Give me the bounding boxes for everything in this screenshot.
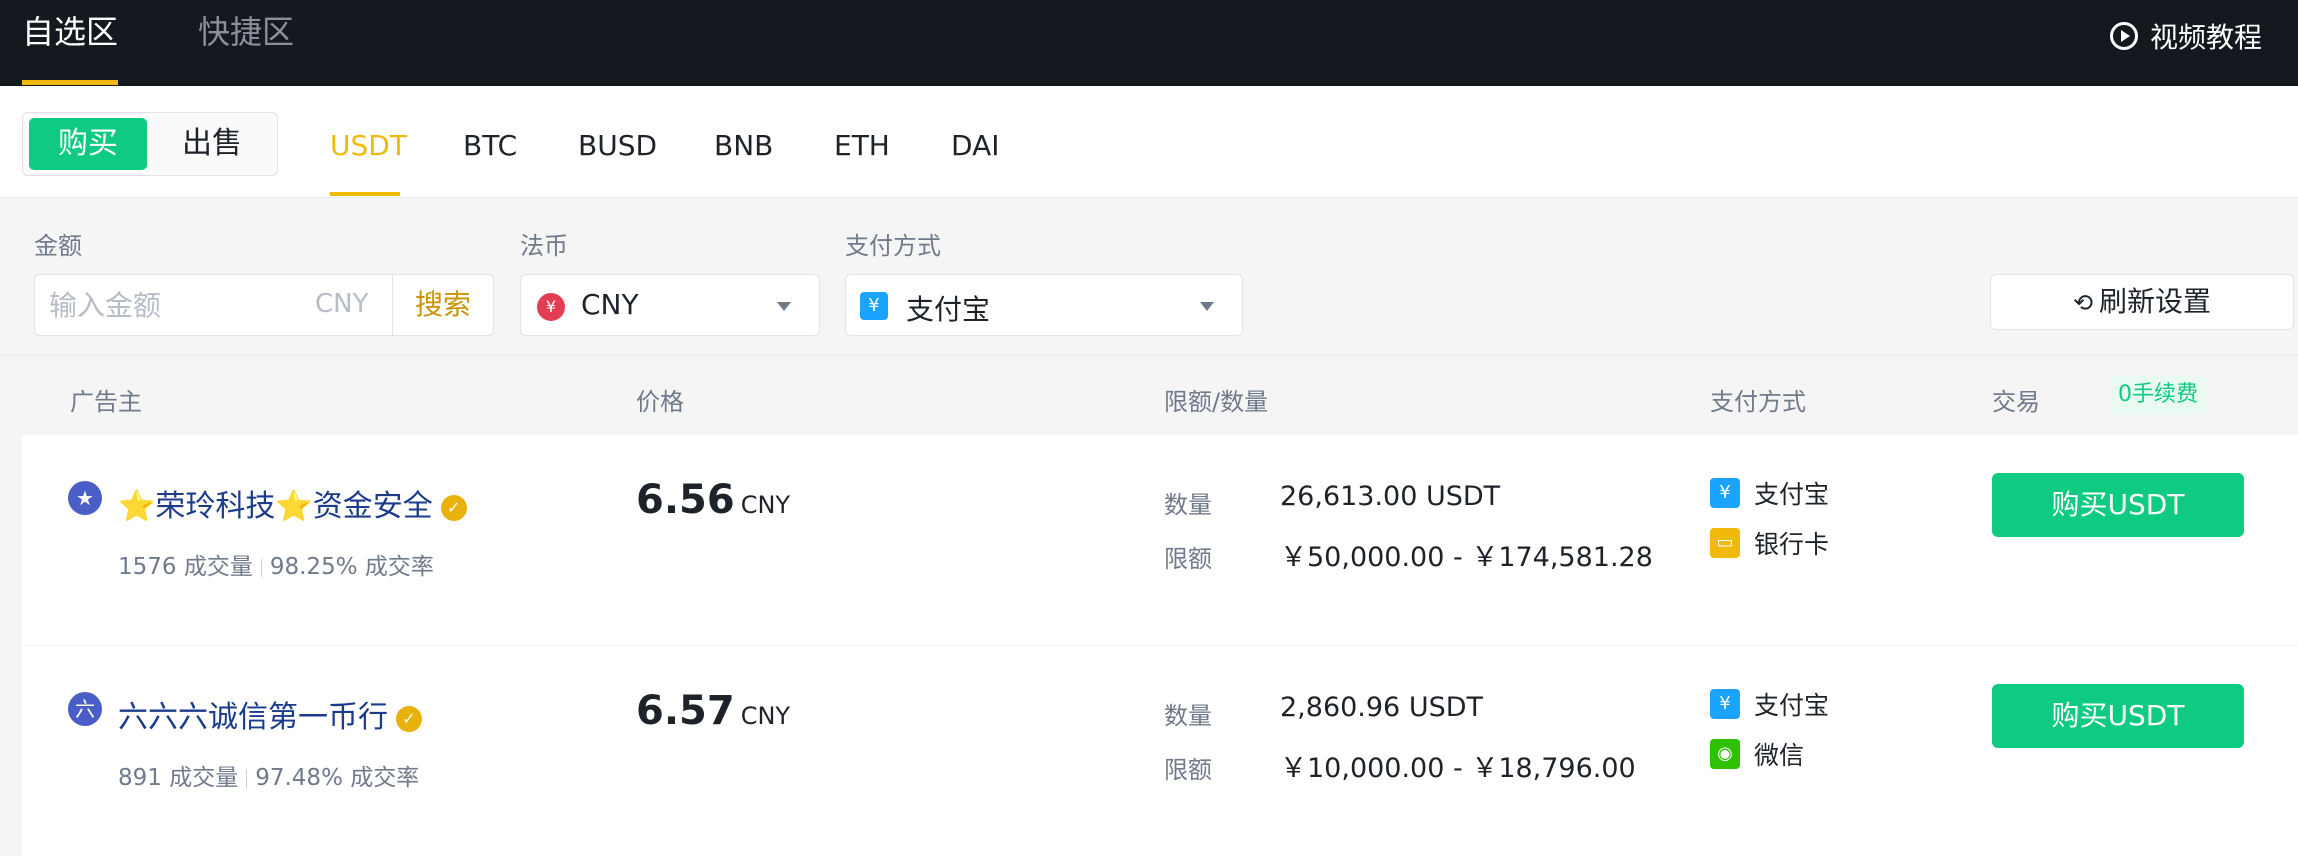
refresh-settings-button[interactable]: ⟲ 刷新设置	[1990, 274, 2294, 330]
fiat-select[interactable]: ¥ CNY	[520, 274, 820, 336]
completion-rate: 98.25% 成交率	[269, 554, 434, 580]
header-payment: 支付方式	[1710, 388, 1806, 416]
filter-panel: 金额 CNY 搜索 法币 ¥ CNY 支付方式 ¥ 支付宝 ⟲刷新设置	[0, 198, 2298, 355]
tab-usdt[interactable]: USDT	[330, 126, 407, 166]
fiat-label: 法币	[520, 232, 568, 260]
payment-select[interactable]: ¥ 支付宝	[845, 274, 1243, 336]
price-currency: CNY	[740, 491, 791, 519]
tab-favorites[interactable]: 自选区	[22, 8, 118, 56]
amount-field: CNY 搜索	[34, 274, 494, 336]
tab-eth[interactable]: ETH	[834, 126, 890, 166]
tab-busd[interactable]: BUSD	[578, 126, 657, 166]
payment-method: ¥ 支付宝	[1710, 686, 1829, 722]
advertiser-name: 六六六诚信第一币行	[118, 700, 388, 735]
tab-btc[interactable]: BTC	[463, 126, 517, 166]
limit-label: 限额	[1164, 545, 1212, 573]
limit-label: 限额	[1164, 756, 1212, 784]
quantity-label: 数量	[1164, 491, 1212, 519]
avatar: 六	[68, 692, 102, 726]
divider	[260, 558, 262, 577]
alipay-icon: ¥	[1710, 689, 1740, 719]
header-advertiser: 广告主	[70, 388, 142, 416]
search-button[interactable]: 搜索	[393, 275, 493, 335]
amount-label: 金额	[34, 232, 82, 260]
amount-unit: CNY	[315, 289, 369, 319]
quantity-value: 26,613.00 USDT	[1280, 481, 1501, 512]
play-circle-icon	[2109, 22, 2138, 50]
chevron-down-icon	[1200, 302, 1214, 311]
payment-method-label: 支付宝	[1754, 480, 1830, 509]
fiat-value: CNY	[581, 288, 639, 321]
payment-method: ▭ 银行卡	[1710, 525, 1829, 561]
price: 6.56 CNY	[636, 477, 790, 523]
divider	[246, 769, 248, 788]
buy-sell-toggle: 购买 出售	[22, 112, 278, 176]
limit-value: ￥50,000.00 - ￥174,581.28	[1280, 542, 1653, 573]
table-header: 广告主 价格 限额/数量 支付方式 交易 0手续费	[0, 355, 2298, 435]
coin-tab-underline	[330, 192, 400, 196]
tab-dai[interactable]: DAI	[951, 126, 999, 166]
payment-method-label: 支付宝	[1754, 691, 1830, 720]
payment-value: 支付宝	[906, 293, 991, 326]
quantity-label: 数量	[1164, 702, 1212, 730]
price-value: 6.57	[636, 688, 735, 734]
payment-method: ¥ 支付宝	[1710, 475, 1829, 511]
advertiser-name-link[interactable]: ⭐荣玲科技⭐资金安全 ✓	[118, 481, 467, 525]
bank-card-icon: ▭	[1710, 528, 1740, 558]
header-trade: 交易	[1992, 388, 2040, 416]
verified-badge-icon: ✓	[396, 705, 422, 732]
video-tutorial-link[interactable]: 视频教程	[2109, 16, 2262, 56]
payment-method-label: 银行卡	[1754, 530, 1830, 559]
quantity-value: 2,860.96 USDT	[1280, 692, 1484, 723]
price: 6.57 CNY	[636, 688, 790, 734]
payment-label: 支付方式	[845, 232, 941, 260]
coin-tabs-bar: 购买 出售 USDT BTC BUSD BNB ETH DAI	[0, 86, 2298, 198]
payment-method-label: 微信	[1754, 741, 1805, 770]
sell-toggle-button[interactable]: 出售	[153, 118, 271, 170]
amount-input[interactable]	[49, 285, 309, 325]
table-row: 六 六六六诚信第一币行 ✓ 891 成交量 97.48% 成交率 6.57 CNY 数…	[22, 646, 2298, 856]
header-limit: 限额/数量	[1164, 388, 1269, 416]
advertiser-stats: 1576 成交量 98.25% 成交率	[118, 547, 434, 581]
price-currency: CNY	[740, 702, 791, 730]
alipay-icon: ¥	[860, 292, 888, 320]
header-price: 价格	[636, 388, 684, 416]
top-navigation-bar: 自选区 快捷区 视频教程	[0, 0, 2298, 86]
buy-usdt-button[interactable]: 购买USDT	[1992, 473, 2244, 537]
payment-method: ◉ 微信	[1710, 736, 1804, 772]
advertiser-stats: 891 成交量 97.48% 成交率	[118, 758, 419, 792]
yen-coin-icon: ¥	[537, 293, 565, 321]
chevron-down-icon	[777, 302, 791, 311]
buy-toggle-button[interactable]: 购买	[29, 118, 147, 170]
tab-express[interactable]: 快捷区	[198, 8, 294, 56]
verified-badge-icon: ✓	[440, 494, 467, 521]
table-row: ★ ⭐荣玲科技⭐资金安全 ✓ 1576 成交量 98.25% 成交率 6.56 CNY…	[22, 435, 2298, 645]
advertiser-name-link[interactable]: 六六六诚信第一币行 ✓	[118, 692, 422, 736]
order-count: 891 成交量	[118, 765, 239, 791]
completion-rate: 97.48% 成交率	[255, 765, 420, 791]
active-tab-underline	[22, 80, 118, 85]
wechat-icon: ◉	[1710, 739, 1740, 769]
zero-fee-badge: 0手续费	[2110, 376, 2206, 414]
refresh-icon: ⟲	[2072, 289, 2094, 317]
price-value: 6.56	[636, 477, 735, 523]
limit-value: ￥10,000.00 - ￥18,796.00	[1280, 753, 1636, 784]
avatar: ★	[68, 481, 102, 515]
refresh-label: 刷新设置	[2099, 285, 2212, 318]
video-tutorial-label: 视频教程	[2149, 21, 2262, 54]
alipay-icon: ¥	[1710, 478, 1740, 508]
buy-usdt-button[interactable]: 购买USDT	[1992, 684, 2244, 748]
tab-bnb[interactable]: BNB	[714, 126, 773, 166]
order-count: 1576 成交量	[118, 554, 253, 580]
advertiser-name: ⭐荣玲科技⭐资金安全	[118, 489, 433, 524]
